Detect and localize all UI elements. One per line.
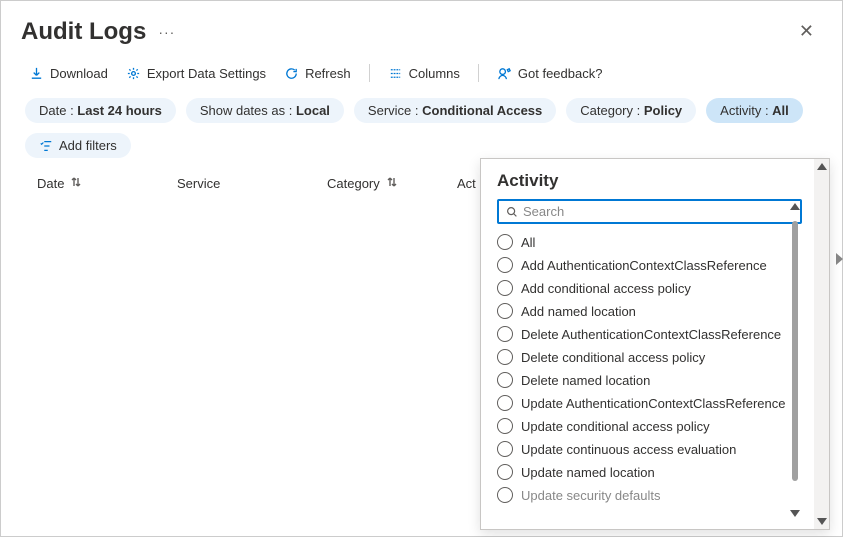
radio-icon: [497, 395, 513, 411]
col-service-label: Service: [177, 176, 220, 191]
scroll-down-icon[interactable]: [790, 510, 800, 517]
refresh-icon: [284, 66, 299, 81]
option-item[interactable]: Delete named location: [497, 372, 808, 388]
option-item[interactable]: Delete conditional access policy: [497, 349, 808, 365]
download-button[interactable]: Download: [29, 66, 108, 81]
feedback-label: Got feedback?: [518, 66, 603, 81]
download-icon: [29, 66, 44, 81]
radio-icon: [497, 349, 513, 365]
scroll-right-icon[interactable]: [836, 253, 843, 265]
toolbar: Download Export Data Settings Refresh Co…: [1, 54, 842, 96]
col-category-label: Category: [327, 176, 380, 191]
filter-pills: Date : Last 24 hours Show dates as : Loc…: [1, 96, 842, 125]
filter-category[interactable]: Category : Policy: [566, 98, 696, 123]
filter-service[interactable]: Service : Conditional Access: [354, 98, 556, 123]
option-item[interactable]: Add named location: [497, 303, 808, 319]
sort-icon: [386, 176, 398, 191]
radio-icon: [497, 303, 513, 319]
option-item[interactable]: Update AuthenticationContextClassReferen…: [497, 395, 808, 411]
add-filter-icon: [39, 139, 53, 153]
radio-icon: [497, 418, 513, 434]
option-item[interactable]: Add conditional access policy: [497, 280, 808, 296]
radio-icon: [497, 441, 513, 457]
columns-icon: [388, 66, 403, 81]
col-date[interactable]: Date: [37, 176, 177, 191]
export-label: Export Data Settings: [147, 66, 266, 81]
option-item[interactable]: Update named location: [497, 464, 808, 480]
radio-icon: [497, 234, 513, 250]
outer-scrollbar[interactable]: [814, 159, 829, 529]
add-filters-button[interactable]: Add filters: [25, 133, 131, 158]
radio-icon: [497, 326, 513, 342]
option-item[interactable]: Add AuthenticationContextClassReference: [497, 257, 808, 273]
gear-icon: [126, 66, 141, 81]
export-settings-button[interactable]: Export Data Settings: [126, 66, 266, 81]
scroll-up-icon[interactable]: [817, 163, 827, 170]
col-activity-label: Act: [457, 176, 476, 191]
col-service[interactable]: Service: [177, 176, 327, 191]
columns-label: Columns: [409, 66, 460, 81]
search-input[interactable]: [523, 204, 794, 219]
col-category[interactable]: Category: [327, 176, 457, 191]
more-icon[interactable]: ···: [158, 24, 175, 40]
radio-icon: [497, 464, 513, 480]
radio-icon: [497, 257, 513, 273]
separator: [478, 64, 479, 82]
col-date-label: Date: [37, 176, 64, 191]
page-title: Audit Logs: [21, 18, 146, 46]
activity-dropdown: Activity All Add AuthenticationContextCl…: [480, 158, 830, 530]
radio-icon: [497, 280, 513, 296]
radio-icon: [497, 487, 513, 503]
radio-icon: [497, 372, 513, 388]
option-item[interactable]: Update conditional access policy: [497, 418, 808, 434]
option-all[interactable]: All: [497, 234, 808, 250]
dropdown-search[interactable]: [497, 199, 802, 224]
refresh-label: Refresh: [305, 66, 351, 81]
option-item[interactable]: Update continuous access evaluation: [497, 441, 808, 457]
option-list: All Add AuthenticationContextClassRefere…: [497, 234, 808, 503]
refresh-button[interactable]: Refresh: [284, 66, 351, 81]
dropdown-title: Activity: [497, 171, 808, 191]
option-item[interactable]: Delete AuthenticationContextClassReferen…: [497, 326, 808, 342]
search-icon: [505, 205, 519, 219]
add-filters-label: Add filters: [59, 138, 117, 153]
scroll-up-icon[interactable]: [790, 203, 800, 210]
feedback-icon: [497, 66, 512, 81]
separator: [369, 64, 370, 82]
filter-activity[interactable]: Activity : All: [706, 98, 803, 123]
scroll-down-icon[interactable]: [817, 518, 827, 525]
columns-button[interactable]: Columns: [388, 66, 460, 81]
filter-show-dates-as[interactable]: Show dates as : Local: [186, 98, 344, 123]
filter-date[interactable]: Date : Last 24 hours: [25, 98, 176, 123]
option-item[interactable]: Update security defaults: [497, 487, 808, 503]
download-label: Download: [50, 66, 108, 81]
close-icon[interactable]: ✕: [791, 17, 822, 46]
sort-icon: [70, 176, 82, 191]
scrollbar-thumb[interactable]: [792, 221, 798, 481]
feedback-button[interactable]: Got feedback?: [497, 66, 603, 81]
